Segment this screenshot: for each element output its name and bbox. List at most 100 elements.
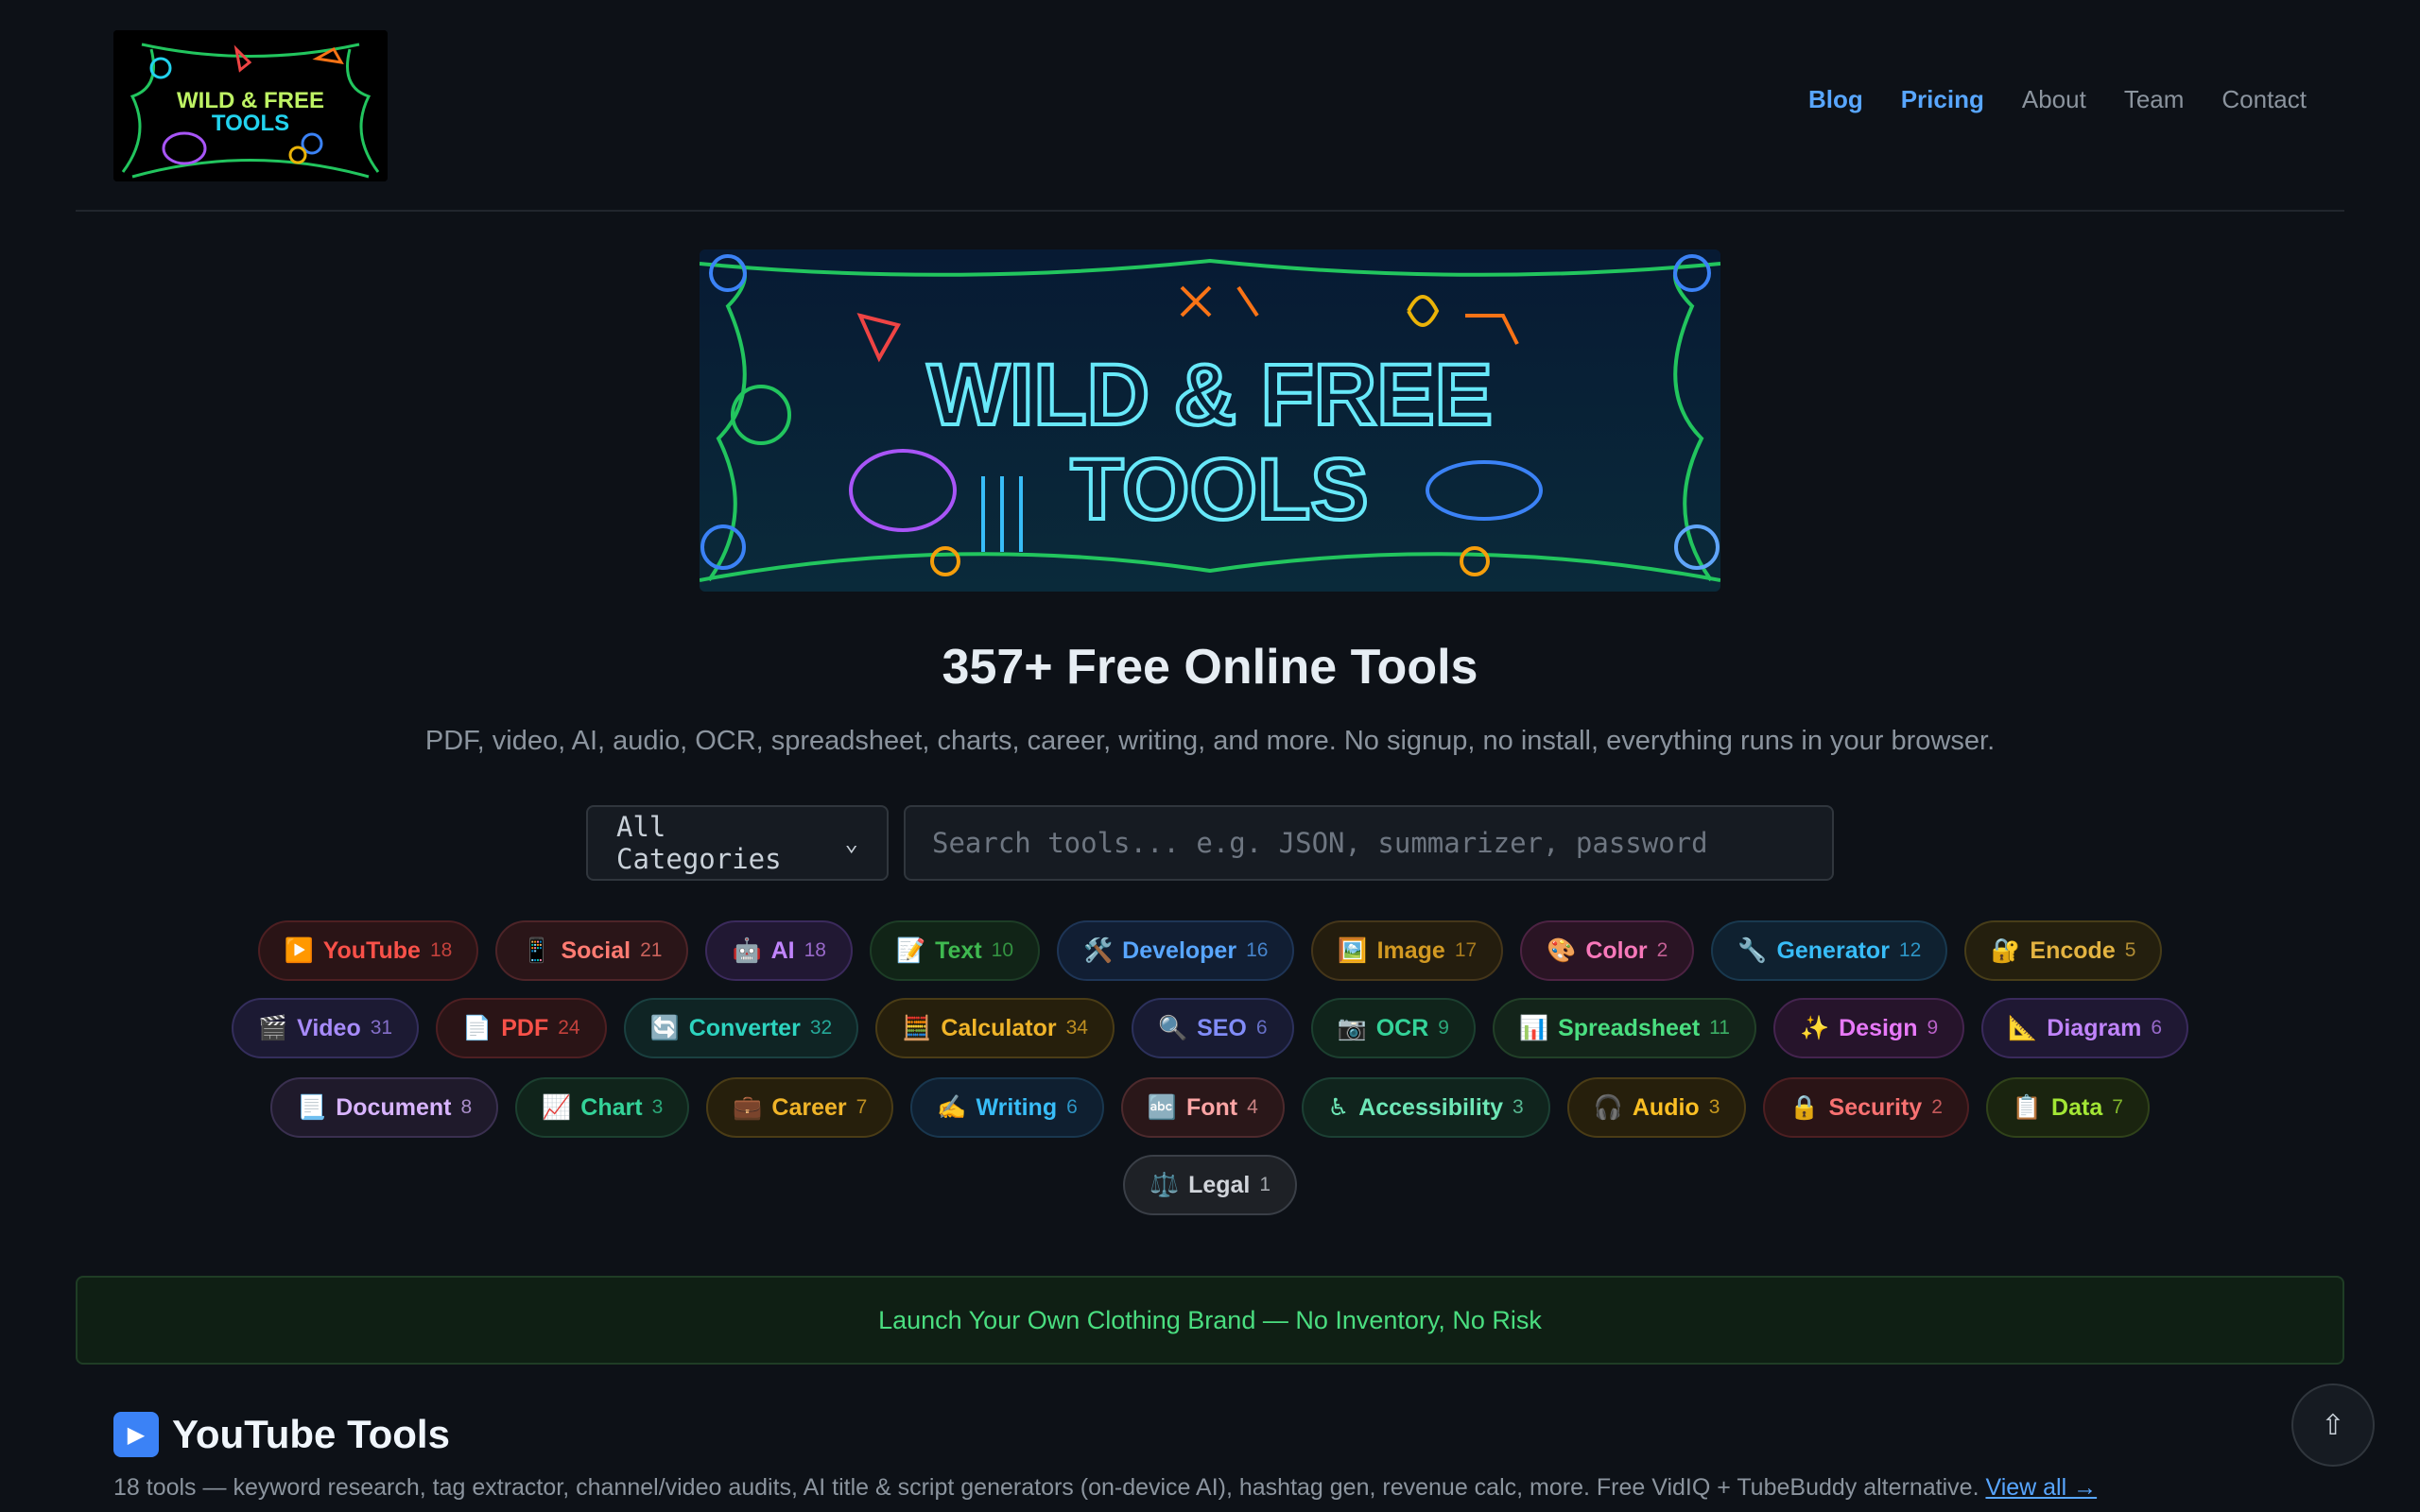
- category-label: Calculator: [941, 1014, 1057, 1041]
- category-chip-social[interactable]: 📱 Social 21: [495, 920, 689, 981]
- category-select-value: All Categories: [616, 811, 782, 875]
- category-chip-ai[interactable]: 🤖 AI 18: [705, 920, 853, 981]
- category-label: PDF: [501, 1014, 549, 1041]
- logo-text-line1: WILD & FREE: [177, 88, 324, 113]
- category-label: Developer: [1122, 936, 1237, 964]
- section-title: YouTube Tools: [172, 1412, 450, 1456]
- category-chip-row: 🎬 Video 31 📄 PDF 24 🔄 Converter 32 🧮 Calculator 34 🔍…: [0, 998, 2420, 1058]
- category-label: Text: [935, 936, 982, 964]
- category-icon: ♿: [1327, 1094, 1350, 1121]
- category-count: 21: [640, 939, 663, 961]
- category-chip-image[interactable]: 🖼️ Image 17: [1311, 920, 1504, 981]
- category-chip-color[interactable]: 🎨 Color 2: [1520, 920, 1695, 981]
- category-label: Audio: [1632, 1093, 1700, 1121]
- category-label: Color: [1585, 936, 1648, 964]
- category-count: 12: [1898, 939, 1922, 961]
- section-header: ▶ YouTube Tools: [113, 1412, 450, 1457]
- view-all-link[interactable]: View all →: [1985, 1474, 2097, 1501]
- nav-team[interactable]: Team: [2124, 85, 2185, 114]
- category-icon: 🔐: [1991, 936, 2021, 964]
- category-chip-spreadsheet[interactable]: 📊 Spreadsheet 11: [1492, 998, 1756, 1058]
- category-count: 3: [1708, 1096, 1720, 1118]
- category-chip-data[interactable]: 📋 Data 7: [1985, 1077, 2150, 1138]
- category-label: Accessibility: [1358, 1093, 1504, 1121]
- banner-title-line2: TOOLS: [1070, 441, 1368, 538]
- category-select[interactable]: All Categories ⌄: [586, 805, 889, 881]
- category-label: Data: [2051, 1093, 2103, 1121]
- category-chip-design[interactable]: ✨ Design 9: [1772, 998, 1965, 1058]
- site-logo[interactable]: WILD & FREE TOOLS: [113, 30, 388, 181]
- category-label: Chart: [580, 1093, 643, 1121]
- category-label: OCR: [1375, 1014, 1429, 1041]
- category-label: SEO: [1197, 1014, 1247, 1041]
- category-count: 18: [804, 939, 826, 961]
- category-chip-calculator[interactable]: 🧮 Calculator 34: [875, 998, 1115, 1058]
- hero-banner-image: WILD & FREE TOOLS: [700, 249, 1720, 592]
- nav-about[interactable]: About: [2022, 85, 2086, 114]
- category-chip-row: ⚖️ Legal 1: [0, 1155, 2420, 1215]
- category-chip-audio[interactable]: 🎧 Audio 3: [1566, 1077, 1747, 1138]
- page-subtitle: PDF, video, AI, audio, OCR, spreadsheet,…: [424, 726, 1996, 756]
- category-label: Design: [1839, 1014, 1918, 1041]
- category-icon: 📄: [462, 1014, 493, 1041]
- banner-title-line1: WILD & FREE: [927, 347, 1493, 443]
- nav-pricing[interactable]: Pricing: [1901, 85, 1984, 114]
- category-chip-generator[interactable]: 🔧 Generator 12: [1711, 920, 1948, 981]
- category-label: Legal: [1188, 1171, 1251, 1198]
- category-count: 4: [1247, 1096, 1258, 1118]
- logo-text-line2: TOOLS: [212, 111, 289, 136]
- category-chip-developer[interactable]: 🛠️ Developer 16: [1057, 920, 1295, 981]
- category-count: 2: [1656, 939, 1668, 961]
- category-icon: 📊: [1518, 1014, 1549, 1041]
- category-chip-career[interactable]: 💼 Career 7: [706, 1077, 894, 1138]
- category-label: YouTube: [322, 936, 421, 964]
- category-chip-security[interactable]: 🔒 Security 2: [1763, 1077, 1969, 1138]
- category-count: 9: [1927, 1017, 1939, 1039]
- site-header: WILD & FREE TOOLS Blog Pricing About Tea…: [76, 0, 2344, 212]
- category-chip-converter[interactable]: 🔄 Converter 32: [623, 998, 859, 1058]
- nav-blog[interactable]: Blog: [1808, 85, 1863, 114]
- category-icon: 🔒: [1789, 1093, 1820, 1121]
- promo-banner[interactable]: Launch Your Own Clothing Brand — No Inve…: [76, 1276, 2344, 1365]
- category-label: Security: [1828, 1093, 1923, 1121]
- category-chip-legal[interactable]: ⚖️ Legal 1: [1122, 1155, 1298, 1215]
- category-chip-pdf[interactable]: 📄 PDF 24: [436, 998, 607, 1058]
- category-chip-text[interactable]: 📝 Text 10: [869, 920, 1041, 981]
- category-chip-seo[interactable]: 🔍 SEO 6: [1131, 998, 1294, 1058]
- category-count: 10: [991, 939, 1014, 961]
- search-input[interactable]: [904, 805, 1834, 881]
- category-count: 6: [1066, 1096, 1078, 1118]
- category-chip-diagram[interactable]: 📐 Diagram 6: [1981, 998, 2189, 1058]
- arrow-up-icon: ⇧: [2321, 1409, 2345, 1441]
- category-label: AI: [770, 936, 795, 964]
- section-description: 18 tools — keyword research, tag extract…: [113, 1474, 1979, 1501]
- category-chip-video[interactable]: 🎬 Video 31: [231, 998, 420, 1058]
- category-icon: 📱: [522, 936, 552, 964]
- category-chip-youtube[interactable]: ▶️ YouTube 18: [257, 920, 479, 981]
- category-chip-ocr[interactable]: 📷 OCR 9: [1310, 998, 1476, 1058]
- category-chip-row: 📃 Document 8 📈 Chart 3 💼 Career 7 ✍️ Writing 6 🔤 Font…: [0, 1077, 2420, 1138]
- category-icon: 📐: [2008, 1014, 2038, 1041]
- category-label: Career: [771, 1093, 847, 1121]
- category-chip-chart[interactable]: 📈 Chart 3: [515, 1077, 690, 1138]
- category-label: Diagram: [2047, 1014, 2142, 1041]
- category-label: Document: [336, 1093, 452, 1121]
- category-icon: ✨: [1799, 1014, 1830, 1041]
- page-title: 357+ Free Online Tools: [942, 640, 1478, 695]
- category-icon: 🎬: [257, 1014, 288, 1041]
- category-icon: 🔧: [1737, 936, 1768, 964]
- category-icon: 📷: [1337, 1014, 1367, 1041]
- category-count: 9: [1438, 1017, 1449, 1039]
- nav-contact[interactable]: Contact: [2221, 85, 2307, 114]
- category-chip-writing[interactable]: ✍️ Writing 6: [910, 1077, 1104, 1138]
- category-chip-font[interactable]: 🔤 Font 4: [1120, 1077, 1285, 1138]
- category-count: 1: [1259, 1174, 1271, 1195]
- category-label: Font: [1185, 1093, 1238, 1121]
- category-chip-accessibility[interactable]: ♿ Accessibility 3: [1301, 1077, 1550, 1138]
- category-label: Social: [561, 936, 631, 964]
- category-chip-encode[interactable]: 🔐 Encode 5: [1964, 920, 2163, 981]
- category-chip-document[interactable]: 📃 Document 8: [270, 1077, 499, 1138]
- category-icon: 🔤: [1147, 1093, 1177, 1121]
- scroll-to-top-button[interactable]: ⇧: [2291, 1383, 2375, 1467]
- category-label: Encode: [2030, 936, 2116, 964]
